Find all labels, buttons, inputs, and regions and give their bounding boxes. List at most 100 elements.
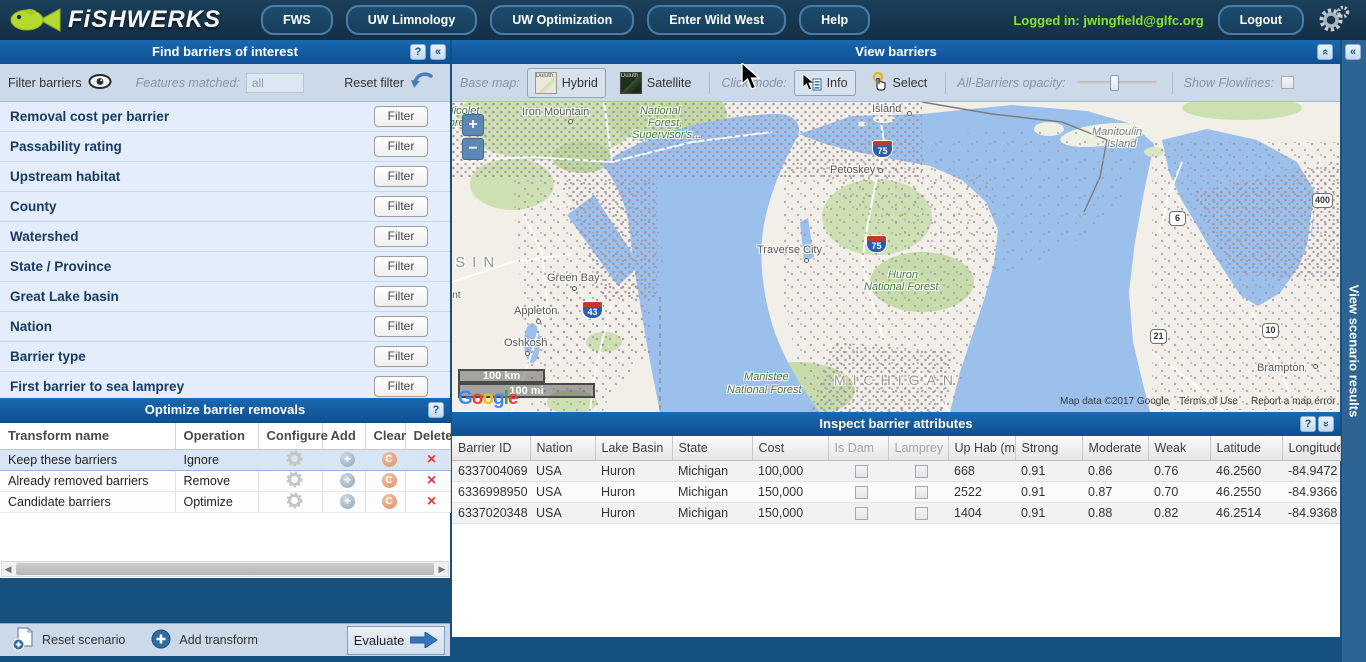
find-collapse-button[interactable]: « (430, 44, 446, 60)
delete-icon[interactable]: × (414, 453, 450, 467)
add-icon[interactable]: + (340, 452, 355, 467)
filter-button-great-lake-basin[interactable]: Filter (374, 286, 428, 307)
nav-button-help[interactable]: Help (799, 5, 870, 35)
col-strong[interactable]: Strong (1015, 436, 1082, 460)
filter-button-passability[interactable]: Filter (374, 136, 428, 157)
col-cost[interactable]: Cost (752, 436, 828, 460)
filter-button-county[interactable]: Filter (374, 196, 428, 217)
col-lake-basin[interactable]: Lake Basin (595, 436, 672, 460)
nav-button-fws[interactable]: FWS (261, 5, 333, 35)
undo-icon[interactable] (410, 71, 434, 94)
barrier-row-1[interactable]: 6337004069USA HuronMichigan 100,000 6680… (452, 460, 1340, 481)
clear-icon[interactable]: C (382, 494, 397, 509)
evaluate-button[interactable]: Evaluate (347, 626, 445, 655)
col-barrier-id[interactable]: Barrier ID (452, 436, 530, 460)
reset-filter-label[interactable]: Reset filter (344, 76, 404, 90)
delete-icon[interactable]: × (414, 495, 450, 509)
inspect-help-button[interactable]: ? (1300, 416, 1316, 432)
city-dot (572, 286, 577, 291)
zoom-out-button[interactable]: − (462, 138, 484, 160)
col-operation: Operation (175, 423, 258, 449)
map-canvas[interactable]: n-Nicolet Forest Iron Mountain National … (452, 102, 1340, 412)
col-longitude[interactable]: Longitude (1282, 436, 1340, 460)
col-latitude[interactable]: Latitude (1210, 436, 1282, 460)
scenario-results-strip[interactable]: « View scenario results (1342, 40, 1366, 662)
filter-button-barrier-type[interactable]: Filter (374, 346, 428, 367)
fish-icon (10, 5, 62, 35)
satellite-thumbnail: Duluth (620, 72, 642, 94)
optimize-help-button[interactable]: ? (428, 402, 444, 418)
eye-icon[interactable] (88, 74, 112, 92)
reset-scenario-label[interactable]: Reset scenario (42, 633, 125, 647)
lamprey-checkbox[interactable] (915, 507, 928, 520)
transform-row-candidate[interactable]: Candidate barriers Optimize + C × (0, 491, 450, 512)
barrier-row-3[interactable]: 6337020348USA HuronMichigan 150,000 1404… (452, 502, 1340, 523)
view-barriers-collapse-button[interactable]: « (1317, 44, 1333, 60)
col-state[interactable]: State (672, 436, 752, 460)
transform-header-row: Transform name Operation Configure Add C… (0, 423, 450, 449)
filter-button-nation[interactable]: Filter (374, 316, 428, 337)
add-icon[interactable]: + (340, 494, 355, 509)
barrier-row-2[interactable]: 6336998950USA HuronMichigan 150,000 2522… (452, 481, 1340, 502)
configure-gear-icon[interactable] (258, 470, 322, 491)
is-dam-checkbox[interactable] (855, 486, 868, 499)
filter-button-state-province[interactable]: Filter (374, 256, 428, 277)
nav-button-uw-limnology[interactable]: UW Limnology (346, 5, 478, 35)
filter-button-upstream-habitat[interactable]: Filter (374, 166, 428, 187)
logout-button[interactable]: Logout (1218, 5, 1304, 35)
click-mode-label: Click mode: (721, 76, 786, 90)
nav-button-enter-wild-west[interactable]: Enter Wild West (647, 5, 786, 35)
find-help-button[interactable]: ? (410, 44, 426, 60)
add-transform-icon[interactable] (151, 629, 171, 652)
info-cursor-icon (802, 74, 822, 92)
inspect-header: Inspect barrier attributes ? « (452, 412, 1340, 436)
optimize-horizontal-scrollbar[interactable]: ◀ ▶ (1, 561, 449, 577)
opacity-slider[interactable] (1077, 81, 1157, 85)
col-nation[interactable]: Nation (530, 436, 595, 460)
flowlines-label: Show Flowlines: (1184, 76, 1274, 90)
features-matched-input[interactable] (246, 73, 304, 93)
is-dam-checkbox[interactable] (855, 465, 868, 478)
delete-icon[interactable]: × (414, 474, 450, 488)
zoom-in-button[interactable]: + (462, 114, 484, 136)
filter-button-first-barrier-lamprey[interactable]: Filter (374, 376, 428, 397)
add-transform-label[interactable]: Add transform (179, 633, 258, 647)
map-label-manitoulin-2: Island (1107, 138, 1136, 150)
clear-icon[interactable]: C (382, 473, 397, 488)
col-is-dam[interactable]: Is Dam (828, 436, 888, 460)
reset-scenario-icon[interactable] (12, 627, 34, 654)
city-dot (907, 111, 912, 116)
basemap-satellite-button[interactable]: Duluth Satellite (613, 69, 698, 97)
nav-button-uw-optimization[interactable]: UW Optimization (490, 5, 634, 35)
flowlines-checkbox[interactable] (1281, 76, 1294, 89)
strip-collapse-button[interactable]: « (1345, 44, 1361, 60)
transform-row-keep[interactable]: Keep these barriers Ignore + C × (0, 449, 450, 470)
filter-row-barrier-type: Barrier type Filter (0, 342, 450, 372)
configure-gear-icon[interactable] (258, 449, 322, 470)
col-up-hab[interactable]: Up Hab (m) (948, 436, 1015, 460)
clear-icon[interactable]: C (382, 452, 397, 467)
scrollbar-thumb[interactable] (16, 563, 434, 575)
is-dam-checkbox[interactable] (855, 507, 868, 520)
evaluate-label: Evaluate (354, 633, 405, 648)
filter-button-watershed[interactable]: Filter (374, 226, 428, 247)
report-map-error-link[interactable]: Report a map error (1251, 396, 1335, 407)
transform-row-removed[interactable]: Already removed barriers Remove + C × (0, 470, 450, 491)
inspect-collapse-button[interactable]: « (1318, 416, 1334, 432)
col-weak[interactable]: Weak (1148, 436, 1210, 460)
scenario-results-tab[interactable]: View scenario results (1347, 285, 1362, 418)
filter-button-removal-cost[interactable]: Filter (374, 106, 428, 127)
terms-of-use-link[interactable]: Terms of Use (1179, 396, 1238, 407)
settings-gear-icon[interactable] (1316, 3, 1350, 37)
lamprey-checkbox[interactable] (915, 465, 928, 478)
col-moderate[interactable]: Moderate (1082, 436, 1148, 460)
basemap-hybrid-button[interactable]: Duluth Hybrid (527, 68, 606, 98)
col-lamprey[interactable]: Lamprey (888, 436, 948, 460)
lamprey-checkbox[interactable] (915, 486, 928, 499)
add-icon[interactable]: + (340, 473, 355, 488)
click-mode-select-button[interactable]: Select (863, 69, 935, 97)
operation-cell: Remove (175, 470, 258, 491)
opacity-slider-thumb[interactable] (1110, 75, 1119, 91)
click-mode-info-button[interactable]: Info (794, 70, 856, 96)
configure-gear-icon[interactable] (258, 491, 322, 512)
